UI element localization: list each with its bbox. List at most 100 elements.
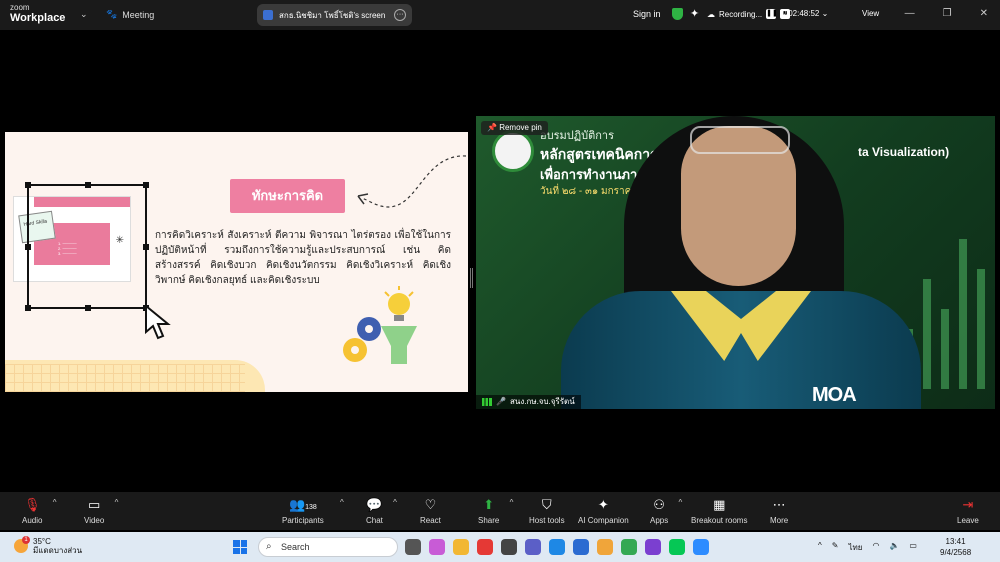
react-button[interactable]: ♡ React (420, 497, 441, 526)
shield-check-icon[interactable] (672, 8, 683, 20)
teams-icon[interactable] (525, 539, 541, 555)
screen-share-label: สกธ.นิชชิมา โพธิ์โชติ's screen (279, 10, 386, 20)
ai-companion-button[interactable]: ✦ AI Companion (578, 498, 629, 526)
clock-time: 13:41 (945, 537, 966, 546)
chevron-down-icon[interactable]: ⌄ (822, 9, 829, 18)
taskbar-search-box[interactable]: ⌕ Search (258, 537, 398, 557)
chat-icon: 💬 (366, 497, 383, 512)
file-explorer-icon[interactable] (453, 539, 469, 555)
remove-pin-label: Remove pin (499, 123, 542, 132)
audio-button[interactable]: 🎙 Audio ^ (22, 497, 56, 526)
resize-handle (85, 182, 91, 188)
speaker-icon[interactable]: 🔈 (889, 541, 899, 554)
app-red-icon[interactable] (477, 539, 493, 555)
video-camera-icon: ▭ (88, 497, 101, 512)
more-button[interactable]: ⋯ More (770, 497, 788, 526)
weather-badge: 1 (22, 536, 30, 544)
grid-icon: ▦ (713, 497, 726, 512)
chevron-down-icon[interactable]: ⌄ (80, 9, 88, 20)
chevron-up-icon[interactable]: ^ (678, 498, 682, 507)
chrome-icon[interactable] (621, 539, 637, 555)
leave-label: Leave (957, 516, 979, 525)
search-icon: ⌕ (266, 541, 272, 552)
language-indicator[interactable]: ไทย (848, 541, 862, 554)
chrome-profile-icon[interactable] (645, 539, 661, 555)
logo-bottom-text: Workplace (10, 12, 66, 24)
slide-title: ทักษะการคิด (230, 179, 345, 213)
ai-companion-label: AI Companion (578, 516, 629, 525)
chat-button[interactable]: 💬 Chat ^ (366, 497, 397, 526)
breakout-rooms-label: Breakout rooms (691, 516, 748, 525)
window-controls: — ❐ ✕ (905, 8, 988, 19)
task-view-icon[interactable] (405, 539, 421, 555)
view-menu-button[interactable]: View (862, 9, 879, 18)
host-tools-label: Host tools (529, 516, 565, 525)
ai-sparkle-icon[interactable]: ✦ (690, 7, 699, 20)
app-orange-icon[interactable] (597, 539, 613, 555)
temperature: 35°C (33, 537, 51, 546)
calendar-app-icon[interactable] (501, 539, 517, 555)
meeting-menu[interactable]: 🐾 Meeting (106, 9, 154, 20)
banner-date: วันที่ ๒๘ - ๓๑ มกราคม (540, 186, 638, 197)
weather-widget[interactable]: 1 35°C มีแดดบางส่วน (14, 536, 82, 555)
more-dots-icon: ⋯ (772, 497, 786, 512)
wifi-icon[interactable]: ◠ (872, 541, 879, 554)
more-options-icon[interactable]: ··· (394, 9, 406, 21)
apps-label: Apps (650, 516, 669, 525)
video-label: Video (84, 516, 105, 525)
zoom-icon[interactable] (693, 539, 709, 555)
chevron-up-icon[interactable]: ^ (53, 498, 57, 507)
store-icon[interactable] (573, 539, 589, 555)
apps-button[interactable]: ⚇ Apps ^ (650, 498, 682, 526)
screen-share-indicator[interactable]: สกธ.นิชชิมา โพธิ์โชติ's screen ··· (257, 4, 412, 26)
sign-in-link[interactable]: Sign in (633, 9, 661, 19)
breakout-rooms-button[interactable]: ▦ Breakout rooms (691, 497, 748, 526)
taskbar-clock[interactable]: 13:41 9/4/2568 (940, 536, 971, 558)
pointer-cursor-icon (145, 304, 171, 340)
restore-icon[interactable]: ❐ (943, 8, 952, 19)
participants-label: Participants (282, 516, 324, 525)
mic-muted-icon: 🎙 (23, 497, 41, 512)
chevron-up-icon[interactable]: ^ (340, 498, 344, 507)
leave-button[interactable]: ⇥ Leave (957, 498, 979, 526)
resize-handle (25, 305, 31, 311)
ministry-seal-logo (492, 130, 534, 172)
cloud-icon: ☁ (707, 9, 715, 19)
battery-icon[interactable]: ▭ (909, 541, 917, 554)
moa-watermark: MOA (812, 384, 857, 406)
participants-button[interactable]: 👥138 Participants ^ (282, 498, 344, 526)
banner-line-2: หลักสูตรเทคนิคการ (540, 146, 658, 162)
slide-grid-pattern (5, 364, 245, 392)
chevron-up-icon[interactable]: ^ (115, 498, 119, 507)
minimize-icon[interactable]: — (905, 8, 915, 19)
audio-label: Audio (22, 516, 43, 525)
chevron-up-icon[interactable]: ^ (818, 541, 822, 554)
close-icon[interactable]: ✕ (980, 8, 988, 19)
share-label: Share (478, 516, 500, 525)
lightbulb-gears-icon (343, 286, 417, 364)
edge-icon[interactable] (549, 539, 565, 555)
host-tools-button[interactable]: ⛉ Host tools (529, 498, 565, 526)
chevron-up-icon[interactable]: ^ (510, 498, 514, 507)
meeting-controls: 🎙 Audio ^ ▭ Video ^ 👥138 Participants ^ … (0, 492, 1000, 530)
react-label: React (420, 516, 441, 525)
video-button[interactable]: ▭ Video ^ (84, 497, 118, 526)
line-icon[interactable] (669, 539, 685, 555)
pause-recording-button[interactable]: ❚❚ (766, 9, 778, 19)
pinned-apps (405, 539, 709, 555)
resize-handle (25, 244, 31, 250)
banner-line-3: เพื่อการทำงานภาค (540, 167, 646, 182)
zoom-titlebar: zoom Workplace ⌄ 🐾 Meeting สกธ.นิชชิมา โ… (0, 0, 1000, 30)
banner-line-1: อบรมปฏิบัติการ (540, 130, 614, 142)
recording-indicator: ☁ Recording... ❚❚ ■ (707, 9, 791, 19)
pen-icon[interactable]: ✎ (832, 541, 839, 554)
share-button[interactable]: ⬆ Share ^ (478, 498, 513, 526)
remove-pin-button[interactable]: 📌 Remove pin (481, 121, 548, 135)
windows-start-icon[interactable] (233, 540, 247, 554)
splitter-handle[interactable] (470, 268, 473, 288)
chevron-up-icon[interactable]: ^ (393, 498, 397, 507)
copilot-icon[interactable] (429, 539, 445, 555)
paw-icon: 🐾 (106, 9, 118, 19)
heart-icon: ♡ (424, 497, 437, 512)
dashed-arrow-icon (357, 155, 467, 208)
